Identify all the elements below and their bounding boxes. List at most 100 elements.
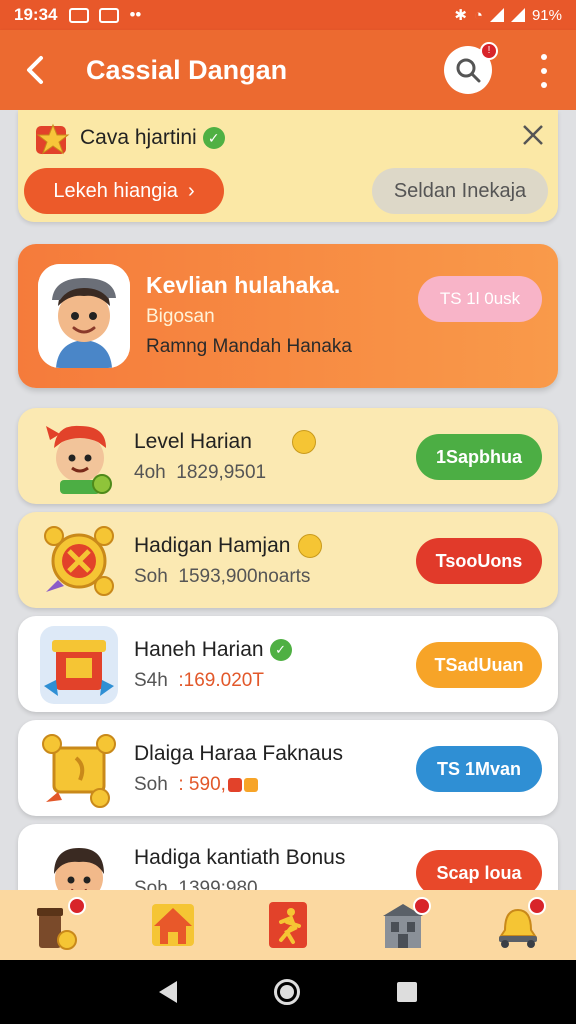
- task-title-text: Dlaiga Haraa Faknaus: [134, 742, 343, 765]
- task-row[interactable]: Hadiga kantiath Bonus Soh 1399:980 Scap …: [18, 824, 558, 890]
- bottom-nav: [0, 890, 576, 960]
- nav-item-activity[interactable]: [258, 895, 318, 955]
- system-back-button[interactable]: [158, 981, 177, 1003]
- status-time: 19:34: [14, 5, 58, 24]
- back-arrow-icon: [27, 56, 43, 84]
- notification-icon: [69, 7, 90, 23]
- notification-icon: [99, 7, 120, 23]
- child-avatar-icon: [38, 264, 130, 368]
- hero-character-icon: [46, 425, 112, 494]
- task-value: S4h :169.020T: [134, 670, 264, 692]
- close-button[interactable]: [522, 120, 544, 154]
- notification-badge: [67, 897, 86, 915]
- task-row[interactable]: Level Harian 4oh 1829,9501 1Sapbhua: [18, 408, 558, 504]
- promo-secondary-label: Seldan Inekaja: [393, 179, 527, 202]
- profile-description: Ramng Mandah Hanaka: [146, 336, 352, 357]
- notification-badge: [528, 897, 547, 915]
- task-row[interactable]: Haneh Harian ✓ S4h :169.020T TSadUuan: [18, 616, 558, 712]
- nav-item-home[interactable]: [143, 895, 203, 955]
- task-value-prefix: Soh: [134, 878, 168, 890]
- profile-action-label: TS 1l 0usk: [439, 289, 521, 308]
- task-title: Hadiga kantiath Bonus: [134, 846, 345, 870]
- notification-badge: !: [480, 42, 498, 60]
- task-title: Hadigan Hamjan: [134, 534, 323, 559]
- promo-secondary-button[interactable]: Seldan Inekaja: [372, 168, 548, 214]
- promo-title: Cava hjartini ✓: [80, 126, 225, 150]
- promo-primary-button[interactable]: Lekeh hiangia ›: [24, 168, 224, 214]
- system-recents-button[interactable]: [397, 982, 418, 1002]
- task-value-amount: 1593,900noarts: [178, 566, 311, 587]
- task-value-amount: 1399:980: [178, 878, 258, 890]
- nav-item-building[interactable]: [373, 895, 433, 955]
- task-row[interactable]: Dlaiga Haraa Faknaus Soh : 590, TS 1Mvan: [18, 720, 558, 816]
- task-value-prefix: 4oh: [134, 462, 166, 483]
- task-claim-button[interactable]: TS 1Mvan: [416, 746, 542, 792]
- task-value: Soh 1593,900noarts: [134, 566, 310, 588]
- task-row[interactable]: Hadigan Hamjan Soh 1593,900noarts TsooUo…: [18, 512, 558, 608]
- notification-badge: [413, 897, 432, 915]
- emoji-icon: [291, 430, 316, 455]
- app-bar: Cassial Dangan !: [0, 30, 576, 110]
- task-value-prefix: S4h: [134, 670, 168, 691]
- task-button-label: 1Sapbhua: [435, 446, 523, 467]
- battery-level: 91%: [531, 6, 562, 24]
- promo-banner: Cava hjartini ✓ Lekeh hiangia › Seldan In…: [18, 110, 558, 222]
- more-options-button[interactable]: [532, 54, 556, 88]
- home-dot-icon: [279, 985, 294, 999]
- task-button-label: Scap loua: [436, 862, 522, 883]
- dot-icon: [541, 54, 547, 60]
- task-title-text: Level Harian: [134, 430, 252, 453]
- check-icon: ✓: [202, 127, 225, 150]
- profile-action-button[interactable]: TS 1l 0usk: [418, 276, 542, 322]
- task-title: Level Harian: [134, 430, 316, 455]
- promo-primary-label: Lekeh hiangia: [53, 179, 178, 202]
- search-icon: [456, 58, 481, 83]
- profile-subtitle: Bigosan: [146, 306, 215, 327]
- gift-box-icon: [40, 626, 118, 704]
- close-icon: [523, 125, 543, 145]
- home-icon: [151, 904, 194, 946]
- task-value-amount: : 590,: [178, 774, 226, 795]
- task-value-amount: :169.020T: [178, 670, 264, 691]
- signal-icon: [489, 8, 504, 22]
- signal-icon: [510, 8, 525, 22]
- star-badge-icon: [36, 123, 70, 155]
- task-value: Soh 1399:980: [134, 878, 258, 890]
- system-nav-bar: [0, 960, 576, 1024]
- task-value-amount: 1829,9501: [176, 462, 267, 483]
- task-title: Dlaiga Haraa Faknaus: [134, 742, 343, 766]
- treasure-icon: [42, 734, 116, 808]
- search-button[interactable]: !: [444, 42, 498, 94]
- task-title: Haneh Harian ✓: [134, 638, 292, 662]
- task-claim-button[interactable]: 1Sapbhua: [416, 434, 542, 480]
- task-button-label: TsooUons: [435, 550, 523, 571]
- gem-icon: [227, 777, 242, 792]
- gem-icon: [243, 777, 258, 792]
- status-bar: 19:34 •• ✱ ◔ 91%: [0, 0, 576, 30]
- alarm-icon: ◔: [473, 6, 483, 24]
- nav-item-alerts[interactable]: [488, 895, 548, 955]
- check-icon: ✓: [269, 639, 292, 662]
- nav-item-tower[interactable]: [28, 895, 88, 955]
- content-area[interactable]: Cava hjartini ✓ Lekeh hiangia › Seldan In…: [0, 110, 576, 890]
- task-button-label: TS 1Mvan: [436, 758, 522, 779]
- runner-icon: [268, 902, 307, 948]
- profile-card[interactable]: Kevlian hulahaka. Bigosan Ramng Mandah H…: [18, 244, 558, 388]
- chevron-right-icon: ›: [187, 179, 195, 202]
- task-value: Soh : 590,: [134, 774, 258, 796]
- task-claim-button[interactable]: TsooUons: [416, 538, 542, 584]
- task-value: 4oh 1829,9501: [134, 462, 266, 484]
- task-value-prefix: Soh: [134, 566, 168, 587]
- task-value-prefix: Soh: [134, 774, 168, 795]
- boy-avatar-icon: [54, 848, 104, 890]
- task-title-text: Haneh Harian: [134, 638, 264, 661]
- promo-title-text: Cava hjartini: [80, 126, 197, 149]
- page-title: Cassial Dangan: [86, 54, 288, 85]
- more-notifications-icon: ••: [129, 5, 142, 24]
- avatar: [38, 264, 130, 368]
- task-claim-button[interactable]: Scap loua: [416, 850, 542, 890]
- task-claim-button[interactable]: TSadUuan: [416, 642, 542, 688]
- back-button[interactable]: [0, 30, 70, 110]
- dot-icon: [541, 68, 547, 74]
- system-home-button[interactable]: [273, 979, 300, 1005]
